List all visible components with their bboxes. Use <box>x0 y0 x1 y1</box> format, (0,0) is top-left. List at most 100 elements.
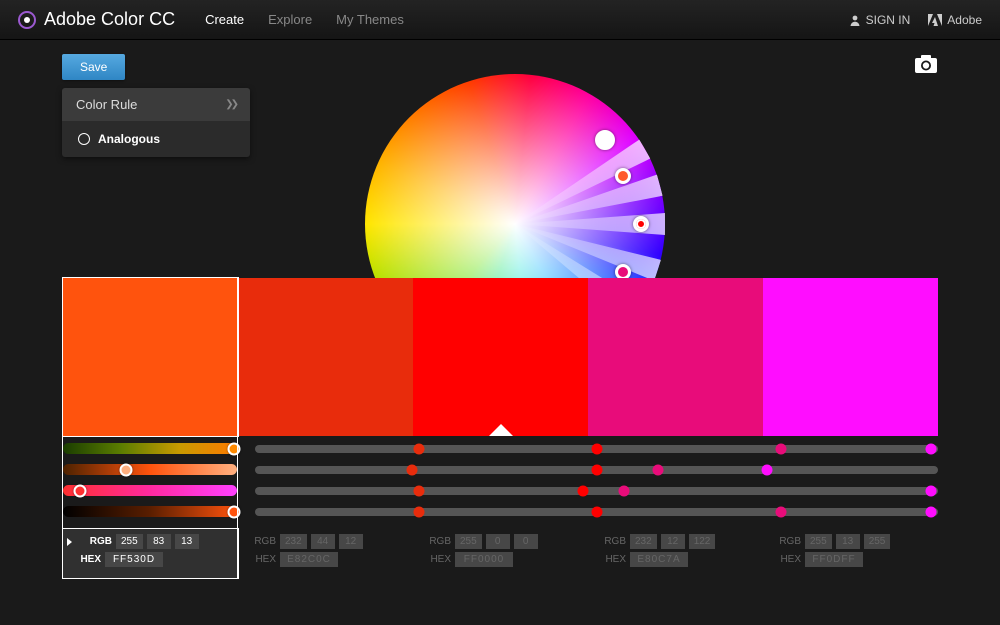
rgb-value[interactable]: 13 <box>175 534 199 549</box>
swatch-3[interactable] <box>588 278 763 436</box>
rgb-row: RGB 255 13 255 <box>767 534 934 549</box>
color-rule-selected[interactable]: Analogous <box>62 121 250 157</box>
slider-dot[interactable] <box>652 464 663 475</box>
tab-create[interactable]: Create <box>205 12 244 27</box>
rgb-value[interactable]: 13 <box>836 534 860 549</box>
slider-dot[interactable] <box>591 506 602 517</box>
signin-link[interactable]: SIGN IN <box>849 13 911 27</box>
tab-mythemes[interactable]: My Themes <box>336 12 404 27</box>
rgb-value[interactable]: 122 <box>689 534 716 549</box>
tab-explore[interactable]: Explore <box>268 12 312 27</box>
slider-dot[interactable] <box>926 506 937 517</box>
rgb-value[interactable]: 232 <box>630 534 657 549</box>
rgb-value[interactable]: 255 <box>116 534 143 549</box>
value-col-4: RGB25513255HEXFF0DFF <box>763 529 938 578</box>
rgb-row: RGB23212122 <box>592 534 759 549</box>
camera-icon[interactable] <box>914 54 938 77</box>
slider-dot[interactable] <box>591 443 602 454</box>
slider-dot[interactable] <box>591 464 602 475</box>
rgb-label: RGB <box>78 536 112 547</box>
slider-dot[interactable] <box>926 485 937 496</box>
hex-row: HEX E80C7A <box>592 552 759 567</box>
expand-icon[interactable] <box>67 538 72 546</box>
hex-value[interactable]: E82C0C <box>280 552 338 567</box>
value-col-0: RGB 255 83 13 HEXFF530D <box>63 529 238 578</box>
hex-value[interactable]: FF0000 <box>455 552 513 567</box>
swatch-2[interactable] <box>413 278 588 436</box>
hex-value[interactable]: FF0DFF <box>805 552 863 567</box>
slider-rest-0[interactable] <box>255 445 938 453</box>
hex-label: HEX <box>242 554 276 565</box>
wheel-marker[interactable] <box>595 130 615 150</box>
rgb-label: RGB <box>242 536 276 547</box>
slider-dot[interactable] <box>618 485 629 496</box>
rgb-label: RGB <box>417 536 451 547</box>
wheel-marker[interactable] <box>633 216 649 232</box>
slider-dot[interactable] <box>926 443 937 454</box>
adobe-link[interactable]: Adobe <box>928 13 982 27</box>
slider-row-2 <box>63 482 938 499</box>
slider-dot[interactable] <box>413 485 424 496</box>
rgb-value[interactable]: 255 <box>455 534 482 549</box>
rgb-value[interactable]: 255 <box>805 534 832 549</box>
rgb-value[interactable]: 255 <box>864 534 891 549</box>
color-rule-header[interactable]: Color Rule ❯❯ <box>62 88 250 121</box>
slider-dot[interactable] <box>762 464 773 475</box>
rgb-value[interactable]: 83 <box>147 534 171 549</box>
color-rule-panel: Color Rule ❯❯ Analogous <box>62 88 250 157</box>
hex-label: HEX <box>592 554 626 565</box>
user-icon <box>849 14 861 26</box>
slider-dot[interactable] <box>577 485 588 496</box>
color-rule-selected-label: Analogous <box>98 132 160 146</box>
adobe-label: Adobe <box>947 13 982 27</box>
swatch-1[interactable] <box>238 278 413 436</box>
slider-knob[interactable] <box>74 484 87 497</box>
rgb-row: RGB 255 83 13 <box>67 534 234 549</box>
swatch-4[interactable] <box>763 278 938 436</box>
sliders-area <box>63 440 938 524</box>
chevron-down-icon: ❯❯ <box>225 100 236 110</box>
rgb-value[interactable]: 0 <box>514 534 538 549</box>
rgb-value[interactable]: 12 <box>339 534 363 549</box>
value-col-2: RGB 255 00 HEX FF0000 <box>413 529 588 578</box>
slider-first-0[interactable] <box>63 443 237 454</box>
rgb-label: RGB <box>767 536 801 547</box>
value-col-3: RGB23212122HEXE80C7A <box>588 529 763 578</box>
slider-first-1[interactable] <box>63 464 237 475</box>
slider-dot[interactable] <box>413 506 424 517</box>
slider-first-3[interactable] <box>63 506 237 517</box>
rgb-row: RGB 232 44 12 <box>242 534 409 549</box>
hex-value[interactable]: E80C7A <box>630 552 688 567</box>
slider-rest-2[interactable] <box>255 487 938 495</box>
hex-value[interactable]: FF530D <box>105 552 163 567</box>
hex-row: HEX FF0000 <box>417 552 584 567</box>
rgb-value[interactable]: 44 <box>311 534 335 549</box>
nav-tabs: Create Explore My Themes <box>205 12 404 27</box>
slider-dot[interactable] <box>407 464 418 475</box>
slider-dot[interactable] <box>413 443 424 454</box>
values-row: RGB2558313HEXFF530DRGB2324412HEXE82C0CRG… <box>63 529 938 578</box>
slider-knob[interactable] <box>119 463 132 476</box>
top-nav: Adobe Color CC Create Explore My Themes … <box>0 0 1000 40</box>
slider-dot[interactable] <box>775 506 786 517</box>
slider-row-0 <box>63 440 938 457</box>
hex-row: HEXFF530D <box>67 552 234 567</box>
rgb-value[interactable]: 0 <box>486 534 510 549</box>
rgb-value[interactable]: 232 <box>280 534 307 549</box>
swatch-row <box>63 278 938 436</box>
slider-first-2[interactable] <box>63 485 237 496</box>
slider-dot[interactable] <box>775 443 786 454</box>
slider-row-1 <box>63 461 938 478</box>
rgb-value[interactable]: 12 <box>661 534 685 549</box>
slider-knob[interactable] <box>227 442 240 455</box>
rgb-row: RGB 255 00 <box>417 534 584 549</box>
app-logo-title: Adobe Color CC <box>18 9 175 30</box>
hex-label: HEX <box>417 554 451 565</box>
save-button[interactable]: Save <box>62 54 125 80</box>
swatch-0[interactable] <box>63 278 238 436</box>
slider-rest-3[interactable] <box>255 508 938 516</box>
app-title: Adobe Color CC <box>44 9 175 30</box>
wheel-marker[interactable] <box>615 168 631 184</box>
slider-knob[interactable] <box>227 505 240 518</box>
slider-rest-1[interactable] <box>255 466 938 474</box>
